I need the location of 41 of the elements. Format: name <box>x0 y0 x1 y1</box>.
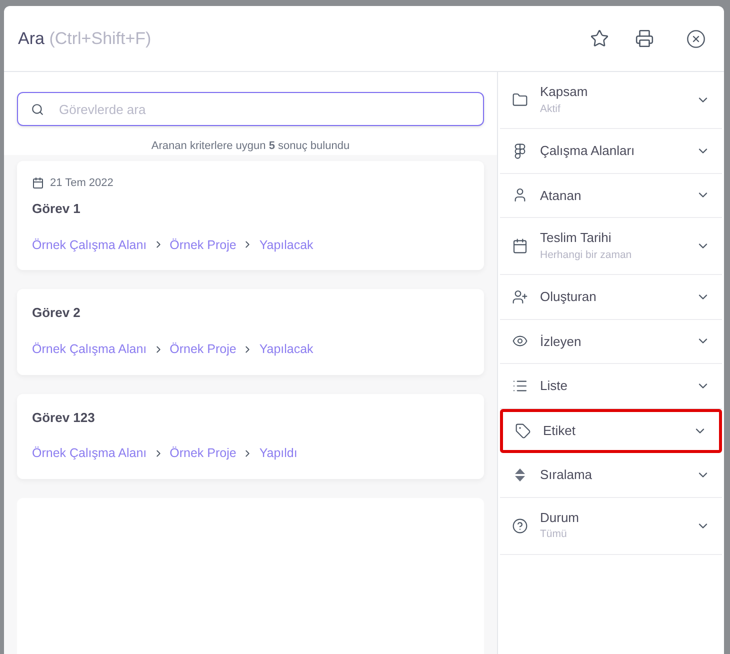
sort-icon <box>512 466 528 483</box>
filter-row[interactable]: Atanan <box>500 174 722 218</box>
filter-value: Herhangi bir zaman <box>540 248 632 263</box>
filter-row[interactable]: Liste <box>500 364 722 408</box>
filter-label: Kapsam <box>540 83 588 102</box>
task-title: Görev 123 <box>32 408 96 426</box>
filter-label: Atanan <box>540 186 582 204</box>
filter-row[interactable]: Çalışma Alanları <box>500 129 722 174</box>
filter-label: Durum <box>540 508 580 527</box>
user-icon <box>512 187 528 204</box>
search-field[interactable]: Görevlerde ara <box>17 92 484 126</box>
folder-icon <box>512 92 528 108</box>
filter-label: Etiket <box>543 422 576 440</box>
task-title: Görev 2 <box>32 304 82 322</box>
filter-value: Tümü <box>540 527 568 542</box>
calendar-icon <box>32 176 44 189</box>
calendar-icon <box>512 238 528 254</box>
filter-value: Aktif <box>540 102 562 117</box>
result-summary: Aranan kriterlere uygun 5 sonuç bulundu <box>150 139 351 154</box>
tag-icon <box>515 422 531 439</box>
filter-row[interactable]: İzleyen <box>500 320 722 364</box>
help-icon <box>512 518 528 534</box>
user-plus-icon <box>512 288 528 305</box>
print-button[interactable] <box>633 27 656 50</box>
search-icon <box>31 103 44 116</box>
filter-label: Oluşturan <box>540 288 596 306</box>
dialog-title: Ara (Ctrl+Shift+F) <box>18 28 152 50</box>
filter-row[interactable]: Durum Tümü <box>500 498 722 554</box>
filter-row[interactable]: Oluşturan <box>500 275 722 320</box>
filter-label: Sıralama <box>540 466 592 484</box>
filter-row[interactable]: Etiket <box>500 408 722 453</box>
filter-row[interactable]: Kapsam Aktif <box>500 72 722 129</box>
filter-label: Teslim Tarihi <box>540 229 612 248</box>
filter-label: Liste <box>540 377 568 395</box>
filter-row[interactable]: Teslim Tarihi Herhangi bir zaman <box>500 218 722 275</box>
due-date: 21 Tem 2022 <box>50 176 114 190</box>
filter-label: İzleyen <box>540 332 582 351</box>
filter-row[interactable]: Sıralama <box>500 453 722 498</box>
workspace-icon <box>512 142 528 159</box>
task-title: Görev 1 <box>32 200 82 218</box>
filter-label: Çalışma Alanları <box>540 142 635 160</box>
